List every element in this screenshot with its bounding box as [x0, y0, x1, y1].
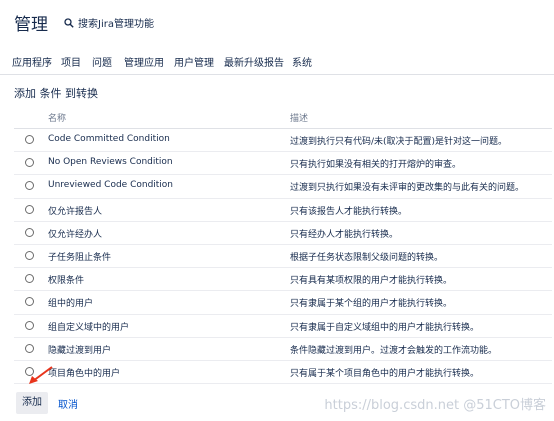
table-row[interactable]: 子任务阻止条件 根据子任务状态限制父级问题的转换。 — [14, 245, 552, 269]
page-title: 管理 — [14, 15, 48, 35]
section-heading: 添加 条件 到转换 — [14, 87, 98, 100]
table-row[interactable]: 项目角色中的用户 只有属于某个项目角色中的用户才能执行转换。 — [14, 361, 552, 385]
condition-name: 隐藏过渡到用户 — [48, 345, 112, 356]
conditions-table: 名称 描述 Code Committed Condition 过渡到执行只有代码/… — [14, 104, 552, 385]
condition-name: 仅允许报告人 — [48, 206, 103, 217]
nav-item-system[interactable]: 系统 — [292, 54, 312, 69]
add-button[interactable]: 添加 — [16, 392, 48, 414]
condition-description: 只有执行如果没有相关的打开熔炉的审查。 — [290, 160, 462, 171]
condition-radio[interactable] — [25, 227, 34, 237]
condition-name: 组中的用户 — [48, 299, 94, 310]
admin-header: 管理 搜索Jira管理功能 — [0, 0, 554, 44]
nav-item-manage-apps[interactable]: 管理应用 — [124, 54, 164, 69]
column-header-description: 描述 — [290, 114, 309, 124]
condition-radio[interactable] — [25, 158, 34, 168]
admin-search[interactable]: 搜索Jira管理功能 — [64, 15, 154, 30]
condition-description: 过渡到执行只有代码/未(取决于配置)是针对这一问题。 — [290, 137, 508, 147]
condition-radio[interactable] — [25, 297, 34, 307]
condition-description: 根据子任务状态限制父级问题的转换。 — [290, 252, 444, 263]
condition-description: 条件隐藏过渡到用户。过渡才会触发的工作流功能。 — [290, 345, 498, 356]
condition-radio[interactable] — [25, 135, 34, 144]
table-row[interactable]: 组中的用户 只有隶属于某个组的用户才能执行转换。 — [14, 291, 552, 315]
condition-name: Code Committed Condition — [48, 134, 170, 144]
condition-radio[interactable] — [25, 343, 34, 353]
nav-item-projects[interactable]: 项目 — [61, 54, 81, 69]
condition-description: 只有具有某项权限的用户才能执行转换。 — [290, 276, 453, 287]
table-row[interactable]: 隐藏过渡到用户 条件隐藏过渡到用户。过渡才会触发的工作流功能。 — [14, 338, 552, 361]
condition-description: 只有该报告人才能执行转换。 — [290, 206, 408, 217]
table-row[interactable]: 仅允许报告人 只有该报告人才能执行转换。 — [14, 199, 552, 222]
condition-description: 只有经办人才能执行转换。 — [290, 229, 399, 240]
condition-radio[interactable] — [25, 274, 34, 284]
search-icon — [64, 17, 74, 28]
nav-item-user-management[interactable]: 用户管理 — [174, 54, 214, 69]
condition-radio[interactable] — [25, 250, 34, 260]
table-header: 名称 描述 — [14, 104, 552, 129]
table-row[interactable]: 组自定义域中的用户 只有隶属于自定义域组中的用户才能执行转换。 — [14, 315, 552, 338]
condition-name: 项目角色中的用户 — [48, 368, 121, 379]
nav-item-latest-upgrade-report[interactable]: 最新升级报告 — [224, 54, 284, 69]
search-label: 搜索Jira管理功能 — [78, 19, 154, 30]
nav-item-applications[interactable]: 应用程序 — [12, 54, 52, 69]
condition-name: Unreviewed Code Condition — [48, 180, 174, 191]
condition-radio[interactable] — [25, 320, 34, 330]
nav-item-issues[interactable]: 问题 — [92, 54, 112, 69]
table-row[interactable]: Unreviewed Code Condition 过渡到只执行如果没有未评审的更… — [14, 175, 552, 199]
condition-name: No Open Reviews Condition — [48, 157, 173, 168]
table-row[interactable]: 仅允许经办人 只有经办人才能执行转换。 — [14, 222, 552, 245]
watermark: https://blog.csdn.net @51CTO博客 — [324, 398, 546, 413]
condition-name: 组自定义域中的用户 — [48, 322, 130, 333]
condition-name: 仅允许经办人 — [48, 229, 103, 240]
cancel-link[interactable]: 取消 — [58, 396, 78, 411]
column-header-name: 名称 — [48, 114, 67, 124]
condition-description: 只有隶属于某个组的用户才能执行转换。 — [290, 299, 453, 310]
condition-description: 只有属于某个项目角色中的用户才能执行转换。 — [290, 368, 480, 379]
condition-name: 权限条件 — [48, 276, 85, 287]
condition-description: 只有隶属于自定义域组中的用户才能执行转换。 — [290, 322, 480, 333]
table-row[interactable]: No Open Reviews Condition 只有执行如果没有相关的打开熔炉… — [14, 152, 552, 176]
table-row[interactable]: 权限条件 只有具有某项权限的用户才能执行转换。 — [14, 268, 552, 292]
condition-radio[interactable] — [25, 181, 34, 191]
condition-description: 过渡到只执行如果没有未评审的更改集的与此有关的问题。 — [290, 183, 525, 194]
admin-nav: 应用程序 项目 问题 管理应用 用户管理 最新升级报告 系统 — [0, 44, 554, 75]
condition-radio[interactable] — [25, 204, 34, 214]
condition-name: 子任务阻止条件 — [48, 252, 112, 263]
table-row[interactable]: Code Committed Condition 过渡到执行只有代码/未(取决于配… — [14, 129, 552, 153]
